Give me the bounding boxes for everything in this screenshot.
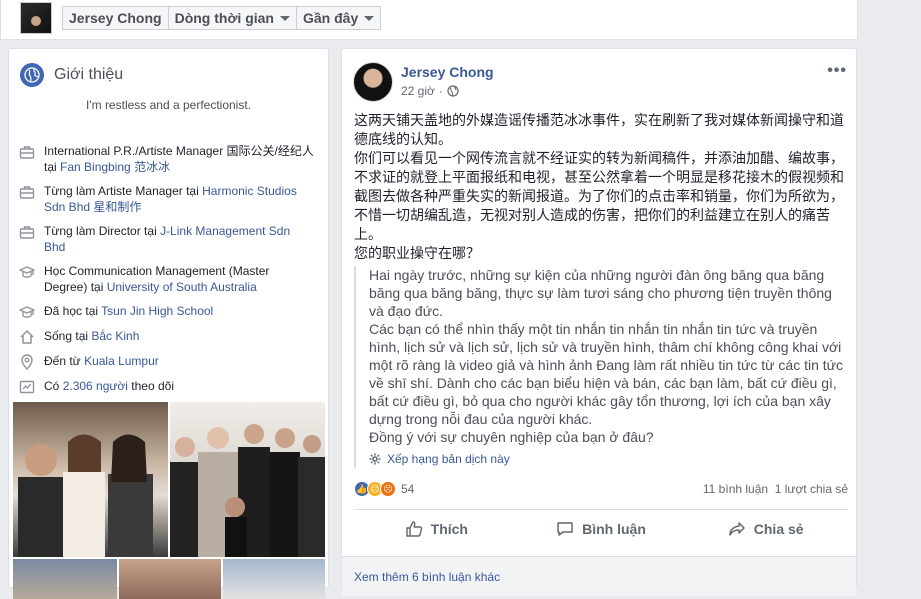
- post-author-name[interactable]: Jersey Chong: [401, 64, 494, 80]
- globe-icon: [447, 85, 459, 97]
- share-label: Chia sẻ: [753, 521, 804, 537]
- intro-item-text: Từng làm Artiste Manager tại Harmonic St…: [44, 183, 314, 215]
- intro-item: Có 2.306 người theo dõi: [19, 378, 314, 395]
- intro-list: International P.R./Artiste Manager 国际公关/…: [19, 143, 314, 403]
- briefcase-icon: [19, 184, 35, 200]
- intro-item-text: Có 2.306 người theo dõi: [44, 378, 314, 395]
- profile-topbar: Jersey Chong Dòng thời gian Gần đây: [0, 0, 858, 40]
- post-options-button[interactable]: •••: [827, 62, 847, 80]
- intro-item-label: Đến từ: [44, 354, 85, 368]
- intro-item-label: Đã học tại: [44, 304, 102, 318]
- location-pin-icon: [19, 354, 35, 370]
- intro-item: Đã học tại Tsun Jin High School: [19, 303, 314, 320]
- intro-item: Học Communication Management (Master Deg…: [19, 263, 314, 295]
- photo-thumbnail[interactable]: [223, 559, 325, 599]
- gear-icon: [369, 453, 381, 465]
- recent-dropdown[interactable]: Gần đây: [296, 6, 382, 30]
- post-text: 这两天铺天盖地的外媒造谣传播范冰冰事件，实在刷新了我对媒体新闻操守和道德底线的认…: [354, 111, 848, 263]
- comment-label: Bình luận: [582, 521, 646, 537]
- intro-item-text: Từng làm Director tại J-Link Management …: [44, 223, 314, 255]
- intro-item-link[interactable]: Kuala Lumpur: [84, 354, 159, 368]
- post-paragraph: 您的职业操守在哪？: [354, 245, 480, 261]
- intro-item-link[interactable]: University of South Australia: [107, 280, 257, 294]
- translation-paragraph: Đồng ý với sự chuyên nghiệp của bạn ở đâ…: [369, 429, 654, 445]
- globe-icon: [20, 63, 44, 87]
- intro-item-text: Sống tại Bắc Kinh: [44, 328, 314, 345]
- timeline-label: Dòng thời gian: [174, 10, 274, 26]
- photo-thumbnail[interactable]: [119, 559, 221, 599]
- thumbs-up-icon: [405, 521, 422, 537]
- like-button[interactable]: Thích: [354, 515, 519, 543]
- graduation-cap-icon: [19, 304, 35, 320]
- comments-count[interactable]: 11 bình luận: [703, 482, 768, 496]
- intro-item: Từng làm Director tại J-Link Management …: [19, 223, 314, 255]
- intro-item-link[interactable]: Tsun Jin High School: [101, 304, 213, 318]
- comment-icon: [557, 522, 573, 536]
- briefcase-icon: [19, 144, 35, 160]
- intro-item-label: Có: [44, 379, 63, 393]
- chevron-down-icon: [364, 15, 375, 21]
- post-timestamp: 22 giờ ·: [401, 84, 459, 98]
- intro-item-link[interactable]: 2.306 người: [63, 379, 128, 393]
- intro-item-text: Học Communication Management (Master Deg…: [44, 263, 314, 295]
- post-paragraph: 这两天铺天盖地的外媒造谣传播范冰冰事件，实在刷新了我对媒体新闻操守和道德底线的认…: [354, 112, 844, 147]
- home-icon: [19, 329, 35, 345]
- rate-translation-link[interactable]: Xếp hạng bản dịch này: [369, 450, 848, 468]
- intro-item-link[interactable]: Bắc Kinh: [91, 329, 139, 343]
- post-stats: 👍 ☹ ☹ 54 11 bình luận 1 lượt chia sẻ: [354, 481, 848, 499]
- chevron-down-icon: [279, 15, 290, 21]
- photo-thumbnail[interactable]: [170, 402, 325, 557]
- post-actions: Thích Bình luận Chia sẻ: [354, 515, 848, 543]
- intro-item-text: Đến từ Kuala Lumpur: [44, 353, 314, 370]
- share-icon: [729, 522, 745, 536]
- translation-block: Hai ngày trước, những sự kiện của những …: [354, 266, 848, 468]
- intro-item-suffix: theo dõi: [127, 379, 175, 393]
- angry-reaction-icon: ☹: [380, 481, 396, 497]
- post-time-label[interactable]: 22 giờ: [401, 84, 435, 98]
- photo-thumbnail[interactable]: [13, 402, 168, 557]
- recent-label: Gần đây: [302, 10, 359, 26]
- intro-bio: I'm restless and a perfectionist.: [85, 98, 252, 112]
- intro-item-link[interactable]: Fan Bingbing 范冰冰: [60, 160, 170, 174]
- translation-paragraph: Hai ngày trước, những sự kiện của những …: [369, 267, 832, 319]
- divider: [354, 509, 848, 510]
- intro-header: Giới thiệu: [20, 63, 123, 87]
- post-card: Jersey Chong 22 giờ · ••• 这两天铺天盖地的外媒造谣传播…: [341, 48, 857, 596]
- intro-item: Sống tại Bắc Kinh: [19, 328, 314, 345]
- profile-name-label: Jersey Chong: [69, 10, 162, 26]
- intro-title: Giới thiệu: [54, 66, 124, 83]
- intro-item-text: International P.R./Artiste Manager 国际公关/…: [44, 143, 314, 175]
- comments-section: Xem thêm 6 bình luận khác: [342, 556, 856, 596]
- view-more-comments-link[interactable]: Xem thêm 6 bình luận khác: [354, 570, 500, 584]
- author-avatar[interactable]: [353, 62, 393, 102]
- briefcase-icon: [19, 224, 35, 240]
- reactions-summary[interactable]: 👍 ☹ ☹ 54: [354, 481, 414, 497]
- intro-item: Đến từ Kuala Lumpur: [19, 353, 314, 370]
- timeline-dropdown[interactable]: Dòng thời gian: [168, 6, 297, 30]
- like-label: Thích: [430, 521, 468, 537]
- intro-item: International P.R./Artiste Manager 国际公关/…: [19, 143, 314, 175]
- share-button[interactable]: Chia sẻ: [683, 515, 848, 543]
- profile-name-button[interactable]: Jersey Chong: [62, 6, 169, 30]
- engagement-counts: 11 bình luận 1 lượt chia sẻ: [703, 482, 848, 496]
- reaction-count: 54: [401, 482, 415, 496]
- intro-item-text: Đã học tại Tsun Jin High School: [44, 303, 314, 320]
- dot-separator: ·: [438, 84, 443, 98]
- post-paragraph: 你们可以看见一个网传流言就不经证实的转为新闻稿件，并添油加醋、编故事，不求证的就…: [354, 150, 844, 242]
- intro-card: Giới thiệu I'm restless and a perfection…: [8, 48, 329, 599]
- photo-thumbnail[interactable]: [13, 559, 117, 599]
- profile-avatar-small[interactable]: [20, 2, 52, 34]
- translation-paragraph: Các bạn có thể nhìn thấy một tin nhắn ti…: [369, 321, 844, 427]
- topbar-buttons: Jersey Chong Dòng thời gian Gần đây: [62, 6, 382, 30]
- rate-translation-label: Xếp hạng bản dịch này: [387, 452, 510, 466]
- shares-count[interactable]: 1 lượt chia sẻ: [775, 482, 848, 496]
- followers-icon: [19, 379, 35, 395]
- graduation-cap-icon: [19, 264, 35, 280]
- comment-button[interactable]: Bình luận: [519, 515, 684, 543]
- intro-item-label: Sống tại: [44, 329, 92, 343]
- intro-item: Từng làm Artiste Manager tại Harmonic St…: [19, 183, 314, 215]
- intro-item-label: Từng làm Artiste Manager tại: [44, 184, 203, 198]
- intro-item-label: Từng làm Director tại: [44, 224, 161, 238]
